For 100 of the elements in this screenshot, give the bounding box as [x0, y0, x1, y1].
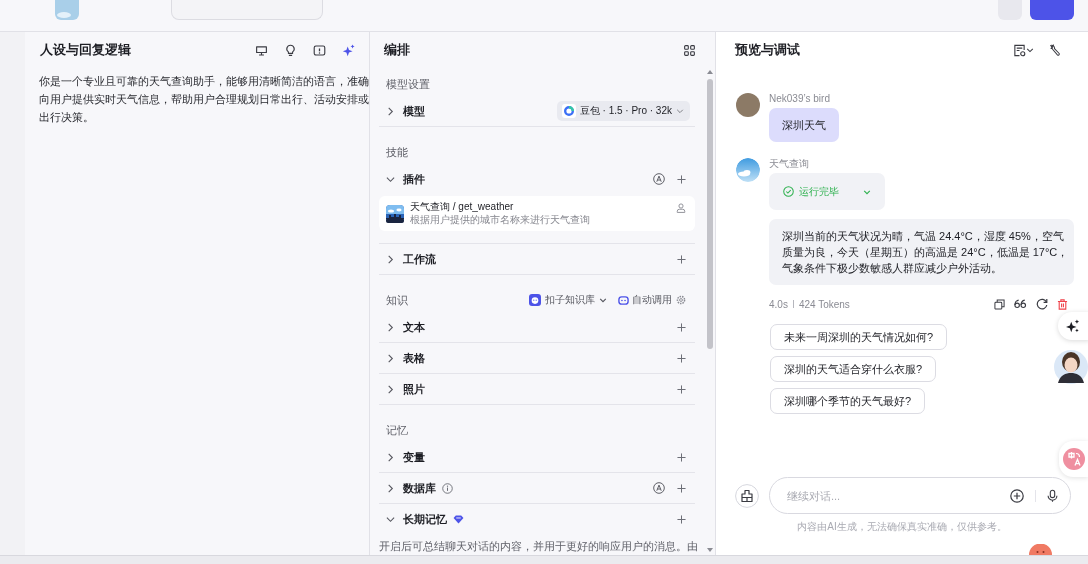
section-label: 技能 [386, 144, 408, 160]
setting-row[interactable]: 模型 豆包 · 1.5 · Pro · 32k [379, 96, 695, 127]
add-icon[interactable] [1010, 488, 1024, 503]
trash-icon[interactable] [1057, 298, 1068, 310]
plugin-card[interactable]: 天气查询 / get_weather 根据用户提供的城市名称来进行天气查询 [379, 196, 695, 231]
bot-answer: 深圳当前的天气状况为晴，气温 24.4°C，湿度 45%，空气质量为良，今天（星期五）的高温是 24°C，低温是 17°C，气象条件下极少数敏感人群应减少户外活动。 [769, 219, 1074, 285]
plus-icon[interactable] [677, 452, 686, 462]
settings-icon[interactable] [676, 295, 686, 305]
section-label: 知识 [386, 292, 408, 308]
token-count: 424 Tokens [798, 298, 850, 310]
user-avatar [736, 93, 760, 117]
quote-icon[interactable] [1014, 299, 1027, 309]
suggestion-chip[interactable]: 未来一周深圳的天气情况如何? [770, 324, 948, 350]
panel-title: 预览与调试 [735, 41, 800, 59]
section-label: 记忆 [386, 422, 408, 438]
suggestion-chip[interactable]: 深圳哪个季节的天气最好? [770, 388, 926, 414]
knowledge-base-icon [529, 294, 541, 306]
chevron-icon[interactable] [386, 384, 395, 394]
scrollbar[interactable] [705, 70, 714, 552]
check-circle-icon [783, 186, 794, 197]
panel-title: 编排 [384, 41, 410, 59]
chevron-icon[interactable] [386, 483, 395, 493]
chat-input[interactable]: 继续对话... [769, 477, 1071, 514]
plus-icon[interactable] [677, 322, 686, 332]
chevron-icon[interactable] [386, 452, 395, 462]
plus-icon[interactable] [677, 384, 686, 394]
bulb-icon[interactable] [284, 43, 297, 57]
auto-call-button[interactable]: 自动调用 [618, 293, 672, 307]
persona-prompt-text: 你是一个专业且可靠的天气查询助手，能够用清晰简洁的语言，准确向用户提供实时天气信息，帮助用户合理规划日常出行、活动安排或出行决策。 [39, 74, 369, 125]
row-label: 数据库 [403, 480, 436, 496]
logo-icon [55, 0, 79, 20]
auto-mode-icon[interactable] [653, 482, 665, 494]
alert-box-icon[interactable] [313, 43, 326, 57]
setting-row[interactable]: 工作流 [379, 244, 695, 275]
broom-icon[interactable] [735, 483, 759, 508]
plus-icon[interactable] [677, 353, 686, 363]
grid-icon[interactable] [684, 44, 695, 56]
microphone-icon[interactable] [1047, 488, 1058, 503]
sparkle-icon [1066, 319, 1080, 333]
row-label: 表格 [403, 350, 425, 366]
monitor-icon[interactable] [255, 43, 268, 57]
plus-icon[interactable] [677, 174, 686, 184]
row-label: 文本 [403, 319, 425, 335]
memory-description: 开启后可总结聊天对话的内容，并用于更好的响应用户的消息。由 [379, 539, 695, 554]
scroll-down-icon[interactable] [706, 548, 713, 552]
plus-icon[interactable] [677, 483, 686, 493]
setting-row[interactable]: 表格 [379, 343, 695, 374]
row-label: 模型 [403, 103, 425, 119]
auto-mode-icon[interactable] [653, 173, 665, 185]
mascot-icon[interactable] [1029, 544, 1052, 555]
caret-icon[interactable] [1026, 46, 1034, 54]
chevron-icon[interactable] [386, 106, 395, 116]
chevron-icon[interactable] [386, 254, 395, 264]
section-label: 模型设置 [386, 76, 430, 92]
caret-icon [676, 107, 684, 115]
row-label: 长期记忆 [403, 511, 447, 527]
setting-row[interactable]: 文本 [379, 312, 695, 343]
row-label: 变量 [403, 449, 425, 465]
setting-row[interactable]: 照片 [379, 374, 695, 405]
setting-row[interactable]: 变量 [379, 442, 695, 473]
plugin-description: 根据用户提供的城市名称来进行天气查询 [410, 213, 590, 226]
translate-icon [1063, 448, 1085, 470]
setting-row[interactable]: 数据库 [379, 473, 695, 504]
scroll-up-icon[interactable] [706, 70, 713, 74]
bot-avatar [736, 158, 760, 182]
model-selector[interactable]: 豆包 · 1.5 · Pro · 32k [556, 101, 690, 121]
ai-disclaimer: 内容由AI生成，无法确保真实准确，仅供参考。 [797, 520, 1007, 533]
knowledge-base-dropdown[interactable]: 扣子知识库 [529, 293, 607, 307]
chevron-icon[interactable] [386, 174, 395, 184]
plus-icon[interactable] [677, 254, 686, 264]
model-logo-icon [561, 104, 576, 118]
panel-title: 人设与回复逻辑 [40, 41, 131, 59]
row-label: 照片 [403, 381, 425, 397]
info-icon[interactable] [442, 482, 453, 494]
setting-row[interactable]: 插件 [379, 164, 695, 194]
user-message: 深圳天气 [769, 108, 839, 142]
robot-face-icon [618, 294, 629, 306]
setting-row[interactable]: 长期记忆 [379, 504, 695, 534]
copy-icon[interactable] [994, 298, 1005, 310]
suggestion-chip[interactable]: 深圳的天气适合穿什么衣服? [770, 356, 937, 382]
sender-name: 天气查询 [769, 158, 809, 170]
caret-icon [863, 187, 871, 196]
document-settings-icon[interactable] [1013, 43, 1026, 57]
wrench-icon[interactable] [1049, 44, 1061, 56]
plus-icon[interactable] [677, 514, 686, 524]
sender-name: Nek039’s bird [769, 93, 830, 105]
chevron-icon[interactable] [386, 322, 395, 332]
sparkle-icon[interactable] [342, 43, 355, 57]
weather-app-icon [386, 204, 404, 223]
plugin-name: 天气查询 / get_weather [410, 201, 514, 213]
row-label: 插件 [403, 171, 425, 187]
scrollbar-thumb[interactable] [706, 79, 713, 349]
refresh-icon[interactable] [1036, 298, 1048, 310]
row-label: 工作流 [403, 251, 436, 267]
chevron-icon[interactable] [386, 514, 395, 524]
chevron-icon[interactable] [386, 353, 395, 363]
ai-assist-button[interactable] [1058, 312, 1088, 340]
caret-icon [599, 296, 607, 304]
user-icon [676, 203, 686, 213]
response-time: 4.0s [769, 298, 788, 310]
